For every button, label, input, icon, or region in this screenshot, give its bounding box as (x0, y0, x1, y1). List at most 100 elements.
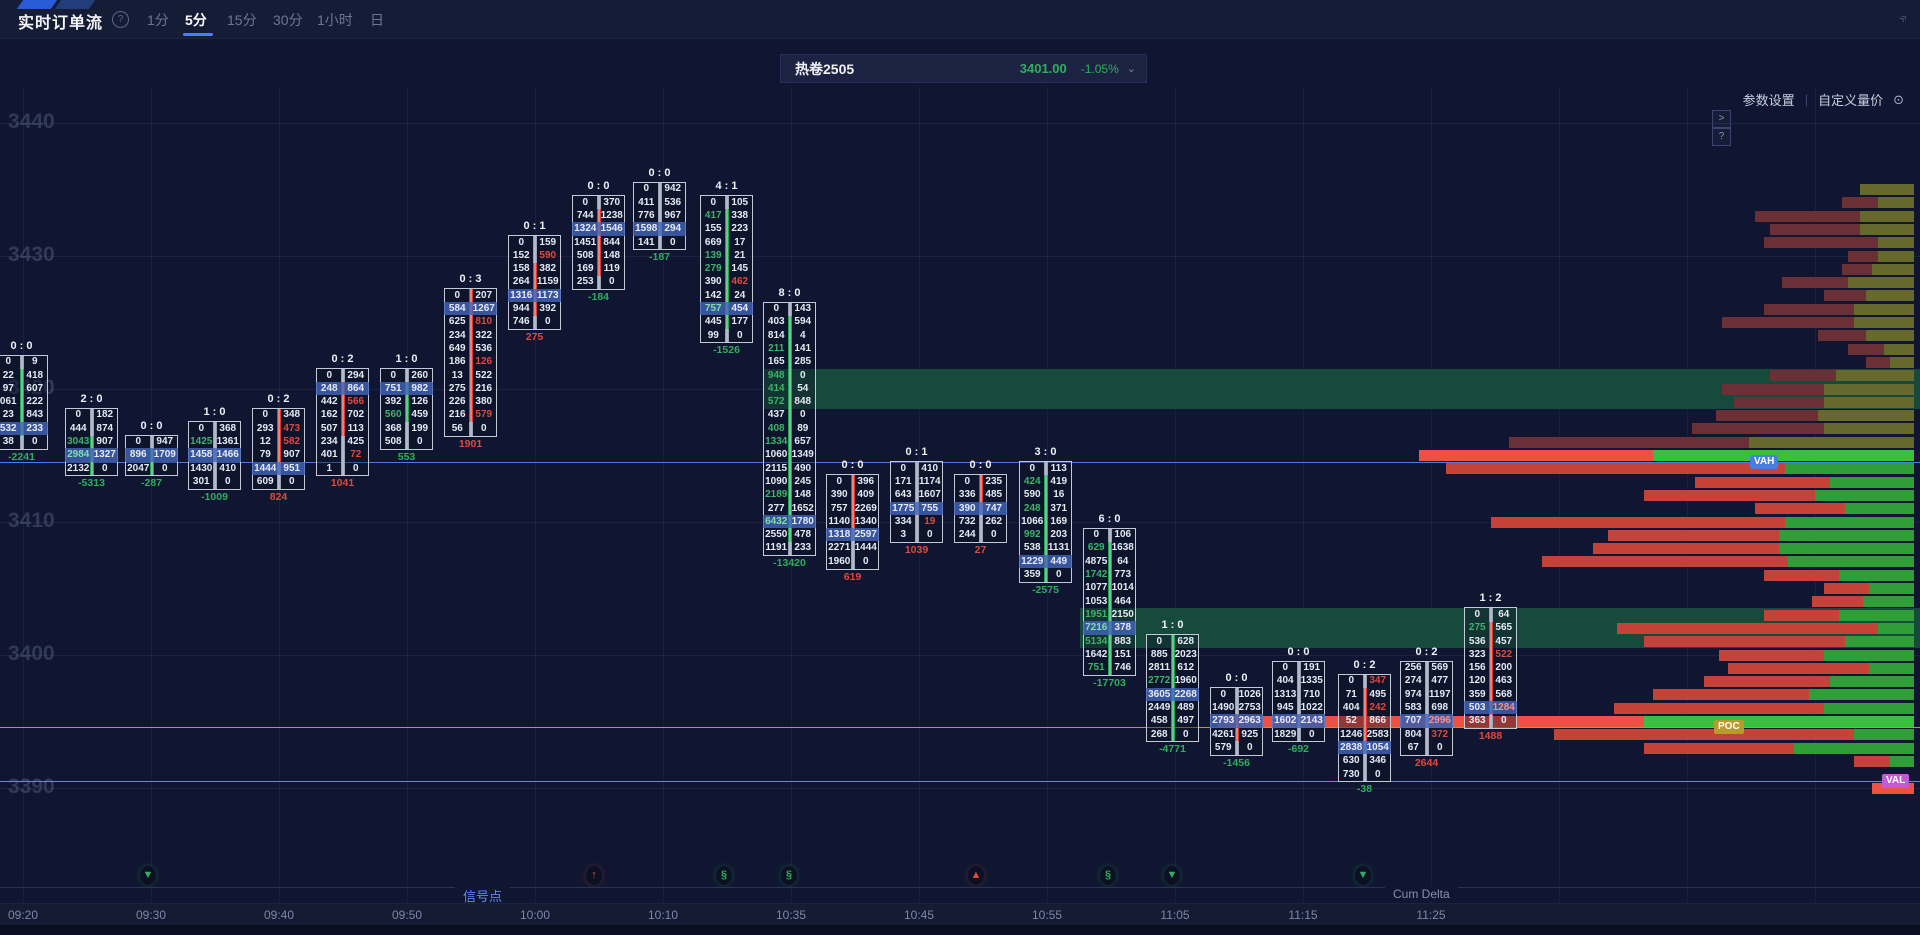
signal-up-arrow-icon[interactable]: ↑ (586, 866, 602, 885)
signal-down-arrow-icon[interactable]: ▼ (1355, 866, 1371, 885)
profile-ask-bar (1890, 357, 1914, 368)
bid-volume: 814 (763, 329, 790, 342)
footprint-candle[interactable]: 0 : 101591525901583822641159131611739443… (508, 220, 561, 347)
signal-down-arrow-icon[interactable]: ▼ (140, 866, 156, 885)
footprint-candle[interactable]: 6 : 001066291638487564174277310771014105… (1083, 513, 1136, 693)
footprint-candle[interactable]: 0 : 001914041335131371094510221602214318… (1272, 646, 1325, 760)
price-row: 27721960 (1146, 674, 1199, 687)
signal-up-arrow-icon[interactable]: ▲ (968, 866, 984, 885)
bid-volume: 2449 (1146, 701, 1173, 714)
price-row: 625810 (444, 315, 497, 328)
ask-volume: 925 (1237, 728, 1264, 741)
price-row: 3010 (188, 475, 241, 488)
ask-volume: 322 (471, 329, 498, 342)
profile-ask-bar (1788, 556, 1914, 567)
price-row: 7460 (508, 315, 561, 328)
signal-spiral-icon[interactable]: § (1100, 866, 1116, 885)
price-row: 156200 (1464, 661, 1517, 674)
ask-volume: 702 (343, 408, 370, 421)
bid-volume: 234 (316, 435, 343, 448)
price-row: 234322 (444, 329, 497, 342)
profile-bid-bar (1848, 344, 1884, 355)
footprint-candle[interactable]: 1 : 002607519823921265604593681995080553 (380, 353, 433, 467)
ask-volume: 148 (599, 249, 626, 262)
ask-volume: 410 (917, 462, 944, 475)
profile-row (0, 237, 1920, 248)
price-row: 0105 (700, 196, 753, 209)
profile-bid-bar (1770, 370, 1836, 381)
ask-volume: 1014 (1110, 581, 1137, 594)
ask-volume: 19 (917, 515, 944, 528)
footprint-candle[interactable]: 0 : 225656927447797411975836987072996804… (1400, 646, 1453, 773)
footprint-candle[interactable]: 1 : 006288852023281161227721960360522682… (1146, 619, 1199, 759)
price-axis-label: 3440 (8, 110, 55, 134)
candle-delta-footer: -1456 (1199, 757, 1273, 769)
footprint-candle[interactable]: 1 : 206427556553645732352215620012046335… (1464, 592, 1517, 746)
ask-volume: 449 (1046, 555, 1073, 568)
price-row: 411536 (633, 196, 686, 209)
footprint-candle[interactable]: 0 : 0094241153677696715982941410-187 (633, 167, 686, 268)
ask-volume: 755 (917, 502, 944, 515)
profile-bid-bar (1764, 570, 1839, 581)
footprint-candle[interactable]: 0 : 302075841267625810234322649536186126… (444, 273, 497, 453)
footprint-candle[interactable]: 4 : 101054173381552236691713921279145390… (700, 180, 753, 360)
signal-spiral-icon[interactable]: § (781, 866, 797, 885)
ask-volume: 16 (1046, 488, 1073, 501)
footprint-candle[interactable]: 0 : 009224189760706122223843532233380-22… (0, 340, 48, 467)
footprint-candle[interactable]: 0 : 001026149027532793296342619255790-14… (1210, 672, 1263, 773)
footprint-candle[interactable]: 0 : 00947896170920470-287 (125, 420, 178, 494)
footprint-candle[interactable]: 0 : 003963904097572269114013401318259722… (826, 459, 879, 586)
ask-volume: 0 (215, 475, 242, 488)
ask-volume: 4 (790, 329, 817, 342)
time-axis-label: 10:10 (648, 908, 678, 922)
footprint-candle[interactable]: 0 : 202942488644425661627025071132344254… (316, 353, 369, 493)
ask-volume: 657 (790, 435, 817, 448)
bid-volume: 2047 (125, 462, 152, 475)
ask-volume: 967 (660, 209, 687, 222)
bid-volume: 2550 (763, 528, 790, 541)
price-row: 22418 (0, 369, 48, 382)
footprint-candle[interactable]: 0 : 203477149540424252866124625832838105… (1338, 659, 1391, 799)
price-row: 7072996 (1400, 714, 1453, 727)
price-row: 417338 (700, 209, 753, 222)
bid-volume: 1324 (572, 222, 599, 235)
price-row: 216579 (444, 408, 497, 421)
signal-spiral-icon[interactable]: § (716, 866, 732, 885)
ask-volume: 191 (1299, 661, 1326, 674)
ask-volume: 0 (1046, 568, 1073, 581)
footprint-candle[interactable]: 8 : 001434035948144211141165285948041454… (763, 287, 816, 574)
price-row: 248371 (1019, 502, 1072, 515)
profile-ask-bar (1878, 623, 1914, 634)
profile-bid-bar (1716, 410, 1818, 421)
price-row: 97607 (0, 382, 48, 395)
footprint-candle[interactable]: 2 : 0018244487430439072984132721320-5313 (65, 393, 118, 494)
footprint-candle[interactable]: 0 : 20348293473125827990714449516090824 (252, 393, 305, 507)
profile-ask-bar (1653, 450, 1914, 461)
profile-ask-bar (1779, 543, 1914, 554)
footprint-candle[interactable]: 0 : 003707441238132415461451844508148169… (572, 180, 625, 307)
footprint-candle[interactable]: 3 : 001134244195901624837110661699922035… (1019, 446, 1072, 600)
price-row: 0191 (1272, 661, 1325, 674)
profile-row (0, 596, 1920, 607)
footprint-candle[interactable]: 0 : 00235336485390747732262244027 (954, 459, 1007, 560)
profile-row (0, 703, 1920, 714)
price-row: 36052268 (1146, 688, 1199, 701)
profile-bid-bar (1542, 556, 1788, 567)
price-row: 18290 (1272, 728, 1325, 741)
ask-volume: 1466 (215, 448, 242, 461)
ask-volume: 569 (1427, 661, 1454, 674)
footprint-candle[interactable]: 1 : 00368142513611458146614304103010-100… (188, 406, 241, 507)
price-row: 52866 (1338, 714, 1391, 727)
signal-down-arrow-icon[interactable]: ▼ (1164, 866, 1180, 885)
bid-volume: 0 (1146, 635, 1173, 648)
bid-volume: 1444 (252, 462, 279, 475)
order-flow-chart[interactable]: 344034303420341034003390VAHPOCVAL0 : 009… (0, 0, 1920, 935)
profile-ask-bar (1854, 317, 1914, 328)
bid-volume: 158 (508, 262, 535, 275)
ask-volume: 126 (407, 395, 434, 408)
footprint-candle[interactable]: 0 : 104101711174643160717757553341930103… (890, 446, 943, 560)
bid-volume: 458 (1146, 714, 1173, 727)
price-row: 21320 (65, 462, 118, 475)
bid-volume: 1960 (826, 555, 853, 568)
price-row: 5381131 (1019, 541, 1072, 554)
